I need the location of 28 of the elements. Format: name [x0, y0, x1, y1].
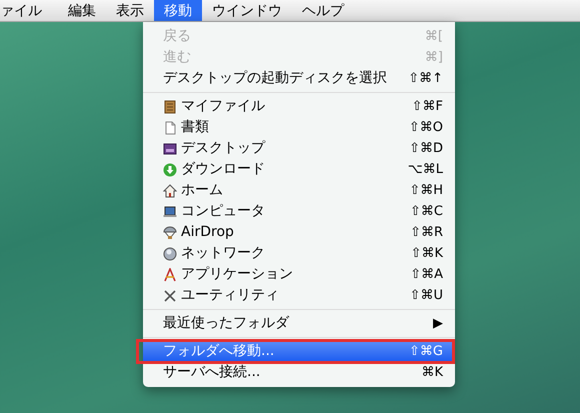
menu-bar-item[interactable]: ヘルプ: [292, 0, 354, 21]
menu-bar-item[interactable]: 表示: [106, 0, 154, 21]
drawer-icon: [163, 100, 177, 114]
menu-item[interactable]: フォルダへ移動... ⇧⌘G: [143, 341, 455, 362]
menu-item[interactable]: ダウンロード ⌥⌘L: [143, 159, 455, 180]
menu-item[interactable]: 最近使ったフォルダ ▶: [143, 313, 455, 334]
menu-bar-item[interactable]: ァイル: [0, 0, 58, 21]
menu-item[interactable]: マイファイル ⇧⌘F: [143, 96, 455, 117]
parachute-icon: [163, 226, 177, 240]
menu-item[interactable]: デスクトップの起動ディスクを選択 ⇧⌘↑: [143, 68, 455, 89]
menu-item[interactable]: デスクトップ ⇧⌘D: [143, 138, 455, 159]
menu-bar-item[interactable]: 編集: [58, 0, 106, 21]
menu-item[interactable]: コンピュータ ⇧⌘C: [143, 201, 455, 222]
home-icon: [163, 184, 177, 198]
menu-item[interactable]: アプリケーション ⇧⌘A: [143, 264, 455, 285]
globe-icon: [163, 246, 177, 260]
menu-bar-item[interactable]: ウインドウ: [202, 0, 292, 21]
menu-item[interactable]: ホーム ⇧⌘H: [143, 180, 455, 201]
menu-item[interactable]: ネットワーク ⇧⌘K: [143, 243, 455, 264]
menu-item[interactable]: ユーティリティ ⇧⌘U: [143, 285, 455, 306]
laptop-icon: [163, 204, 177, 218]
menu-bar-item[interactable]: 移動: [154, 0, 202, 21]
document-icon: [163, 120, 177, 134]
menu-item[interactable]: サーバへ接続... ⌘K: [143, 362, 455, 383]
menu-item[interactable]: AirDrop ⇧⌘R: [143, 222, 455, 243]
download-icon: [163, 162, 177, 176]
menu-item[interactable]: 書類 ⇧⌘O: [143, 117, 455, 138]
desktop-icon: [163, 142, 177, 156]
